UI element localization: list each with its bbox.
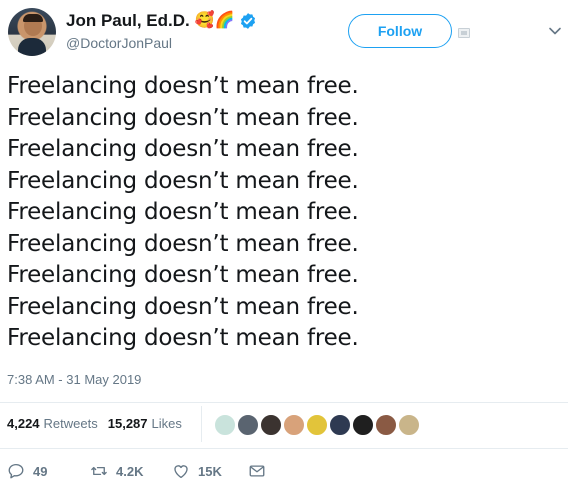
tweet-line: Freelancing doesn’t mean free. <box>7 167 359 194</box>
tweet-actions: 49 4.2K 15K <box>0 458 574 488</box>
tweet-line: Freelancing doesn’t mean free. <box>7 325 359 351</box>
retweet-icon <box>91 466 107 476</box>
liker-avatar[interactable] <box>236 413 260 437</box>
reply-icon <box>8 463 24 479</box>
tweet-text: Freelancing doesn’t mean free. Freelanci… <box>7 71 567 355</box>
liker-avatar[interactable] <box>397 413 421 437</box>
liker-avatar[interactable] <box>374 413 398 437</box>
tweet-line: Freelancing doesn’t mean free. <box>7 293 359 320</box>
liker-avatars <box>213 413 421 437</box>
likes-label[interactable]: Likes <box>152 416 182 431</box>
reply-button[interactable]: 49 <box>7 458 47 484</box>
liker-avatar[interactable] <box>305 413 329 437</box>
retweets-label[interactable]: Retweets <box>44 416 98 431</box>
verified-badge-icon <box>240 13 255 29</box>
avatar-shirt <box>18 38 46 56</box>
likes-count[interactable]: 15,287 <box>108 416 148 431</box>
avatar-hair <box>23 14 43 22</box>
envelope-icon <box>249 465 265 477</box>
chevron-down-icon[interactable] <box>548 24 562 38</box>
stats-separator <box>201 406 202 442</box>
image-icon <box>458 28 470 38</box>
liker-avatar[interactable] <box>213 413 237 437</box>
dm-button[interactable] <box>248 458 274 484</box>
reply-count: 49 <box>33 463 48 479</box>
tweet-header: Jon Paul, Ed.D. 🥰🌈 @DoctorJonPaul Follow <box>0 0 574 70</box>
author-display-name[interactable]: Jon Paul, Ed.D. <box>66 11 190 31</box>
tweet-line: Freelancing doesn’t mean free. <box>7 230 359 257</box>
tweet-line: Freelancing doesn’t mean free. <box>7 104 359 131</box>
liker-avatar[interactable] <box>259 413 283 437</box>
like-count: 15K <box>198 463 222 479</box>
tweet-line: Freelancing doesn’t mean free. <box>7 262 359 288</box>
like-button[interactable]: 15K <box>172 458 222 484</box>
retweet-button[interactable]: 4.2K <box>90 458 143 484</box>
heart-icon <box>174 465 188 479</box>
tweet-line: Freelancing doesn’t mean free. <box>7 199 359 225</box>
liker-avatar[interactable] <box>351 413 375 437</box>
retweet-count: 4.2K <box>116 463 144 479</box>
divider <box>0 402 568 403</box>
liker-avatar[interactable] <box>328 413 352 437</box>
tweet-line: Freelancing doesn’t mean free. <box>7 73 359 99</box>
retweets-count[interactable]: 4,224 <box>7 416 40 431</box>
divider <box>0 448 568 449</box>
tweet-timestamp[interactable]: 7:38 AM - 31 May 2019 <box>7 372 141 387</box>
tweet-stats: 4,224 Retweets 15,287 Likes <box>7 416 192 431</box>
tweet-line: Freelancing doesn’t mean free. <box>7 136 359 162</box>
author-name-row: Jon Paul, Ed.D. 🥰🌈 <box>66 8 257 34</box>
follow-button[interactable]: Follow <box>348 14 452 48</box>
author-avatar[interactable] <box>8 8 56 56</box>
liker-avatar[interactable] <box>282 413 306 437</box>
author-emoji: 🥰🌈 <box>194 12 235 29</box>
author-handle[interactable]: @DoctorJonPaul <box>66 35 172 51</box>
